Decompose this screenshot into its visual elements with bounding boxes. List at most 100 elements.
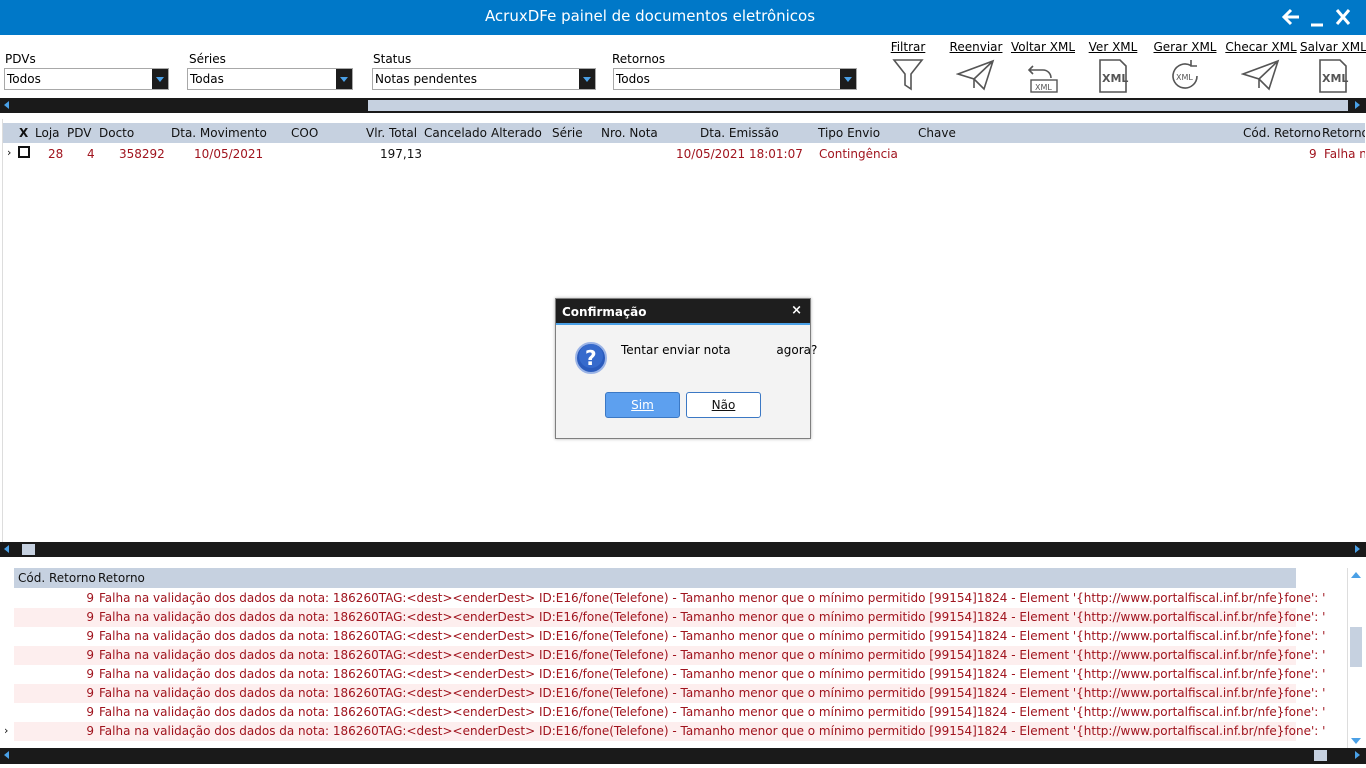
return-code: 9: [86, 705, 94, 719]
col-cod-retorno[interactable]: Cód. Retorno: [1243, 126, 1321, 140]
scroll-down-icon[interactable]: [1351, 738, 1361, 744]
col-coo[interactable]: COO: [291, 126, 318, 140]
pdvs-select[interactable]: Todos: [4, 68, 169, 90]
chevron-down-icon[interactable]: [840, 69, 856, 89]
col-cancelado[interactable]: Cancelado: [424, 126, 487, 140]
paper-plane-icon: [956, 59, 995, 91]
salvar-xml-button[interactable]: Salvar XML XML: [1300, 40, 1366, 94]
col-chave[interactable]: Chave: [918, 126, 956, 140]
row-pointer-icon: ›: [7, 146, 12, 159]
return-code: 9: [86, 591, 94, 605]
refresh-xml-icon: XML: [1172, 60, 1198, 89]
filter-button[interactable]: Filtrar: [888, 40, 928, 92]
dialog-close-icon[interactable]: ×: [791, 303, 802, 318]
return-code: 9: [86, 610, 94, 624]
return-code: 9: [86, 724, 94, 738]
return-code: 9: [86, 629, 94, 643]
dialog-message: Tentar enviar nota agora?: [621, 343, 818, 357]
paper-plane-icon: [1241, 59, 1280, 91]
row-checkbox[interactable]: [18, 146, 30, 158]
col-nro-nota[interactable]: Nro. Nota: [601, 126, 658, 140]
retornos-select[interactable]: Todos: [613, 68, 857, 90]
series-label: Séries: [189, 52, 226, 66]
scroll-right-icon[interactable]: [1355, 101, 1360, 109]
voltar-xml-button[interactable]: Voltar XML XML: [1010, 40, 1076, 94]
list-item[interactable]: 9 Falha na validação dos dados da nota: …: [14, 646, 1325, 665]
return-message: Falha na validação dos dados da nota: 18…: [99, 591, 1326, 605]
scrollbar-thumb[interactable]: [22, 544, 35, 555]
cell-docto: 358292: [119, 147, 165, 161]
col-alterado[interactable]: Alterado: [491, 126, 542, 140]
scroll-left-icon[interactable]: [4, 751, 9, 759]
scroll-left-icon[interactable]: [4, 545, 9, 553]
returns-header: Cód. Retorno Retorno: [14, 568, 1296, 588]
list-item[interactable]: 9 Falha na validação dos dados da nota: …: [14, 684, 1325, 703]
col-tipo-envio[interactable]: Tipo Envio: [818, 126, 880, 140]
col-serie[interactable]: Série: [552, 126, 583, 140]
list-item[interactable]: 9 Falha na validação dos dados da nota: …: [14, 627, 1325, 646]
col-loja[interactable]: Loja: [35, 126, 60, 140]
pdvs-value: Todos: [7, 72, 41, 86]
col-retorno[interactable]: Retorno: [1322, 126, 1365, 140]
col-docto[interactable]: Docto: [99, 126, 134, 140]
list-item[interactable]: 9 Falha na validação dos dados da nota: …: [14, 608, 1325, 627]
chevron-down-icon[interactable]: [152, 69, 168, 89]
status-value: Notas pendentes: [375, 72, 477, 86]
cell-tipo-envio: Contingência: [819, 147, 898, 161]
close-icon[interactable]: [1332, 5, 1354, 29]
ver-xml-button[interactable]: Ver XML XML: [1085, 40, 1141, 94]
back-arrow-icon[interactable]: [1280, 5, 1302, 29]
list-item[interactable]: 9 Falha na validação dos dados da nota: …: [14, 665, 1325, 684]
scrollbar-thumb[interactable]: [1350, 627, 1362, 667]
col-dta-emissao[interactable]: Dta. Emissão: [700, 126, 779, 140]
no-button[interactable]: Não: [686, 392, 761, 418]
window-title: AcruxDFe painel de documentos eletrônico…: [484, 7, 816, 25]
top-horizontal-scrollbar[interactable]: [0, 98, 1366, 113]
scrollbar-thumb[interactable]: [368, 100, 1348, 111]
list-item[interactable]: › 9 Falha na validação dos dados da nota…: [4, 722, 1325, 741]
col-pdv[interactable]: PDV: [67, 126, 91, 140]
checar-xml-button[interactable]: Checar XML: [1225, 40, 1297, 92]
chevron-down-icon[interactable]: [579, 69, 595, 89]
xml-file-icon: XML: [1319, 59, 1348, 93]
cell-loja: 28: [48, 147, 64, 161]
return-message: Falha na validação dos dados da nota: 18…: [99, 648, 1326, 662]
return-message: Falha na validação dos dados da nota: 18…: [99, 610, 1326, 624]
list-item[interactable]: 9 Falha na validação dos dados da nota: …: [14, 589, 1325, 608]
col-select[interactable]: X: [19, 126, 28, 140]
grid-horizontal-scrollbar[interactable]: [0, 542, 1366, 557]
list-item[interactable]: 9 Falha na validação dos dados da nota: …: [14, 703, 1325, 722]
status-select[interactable]: Notas pendentes: [372, 68, 596, 90]
scroll-left-icon[interactable]: [4, 101, 9, 109]
series-select[interactable]: Todas: [187, 68, 353, 90]
col-cod-retorno[interactable]: Cód. Retorno: [18, 571, 96, 585]
col-dta-movimento[interactable]: Dta. Movimento: [171, 126, 267, 140]
minimize-icon[interactable]: [1306, 5, 1328, 29]
return-message: Falha na validação dos dados da nota: 18…: [99, 705, 1326, 719]
returns-horizontal-scrollbar[interactable]: [0, 748, 1366, 764]
status-label: Status: [373, 52, 412, 66]
checar-xml-label: Checar XML: [1225, 40, 1297, 54]
yes-button[interactable]: Sim: [605, 392, 680, 418]
scroll-up-icon[interactable]: [1351, 572, 1361, 578]
chevron-down-icon[interactable]: [336, 69, 352, 89]
scrollbar-thumb[interactable]: [1314, 750, 1327, 761]
voltar-xml-label: Voltar XML: [1010, 40, 1076, 54]
xml-file-icon: XML: [1099, 59, 1128, 93]
col-vlr-total[interactable]: Vlr. Total: [366, 126, 417, 140]
return-code: 9: [86, 648, 94, 662]
col-retorno[interactable]: Retorno: [98, 571, 145, 585]
return-message: Falha na validação dos dados da nota: 18…: [99, 724, 1326, 738]
funnel-icon: [892, 59, 924, 91]
resend-button[interactable]: Reenviar: [948, 40, 1004, 92]
svg-text:XML: XML: [1322, 72, 1348, 85]
gerar-xml-label: Gerar XML: [1153, 40, 1217, 54]
gerar-xml-button[interactable]: Gerar XML XML: [1152, 40, 1218, 94]
return-message: Falha na validação dos dados da nota: 18…: [99, 629, 1326, 643]
scroll-right-icon[interactable]: [1355, 545, 1360, 553]
scroll-right-icon[interactable]: [1355, 751, 1360, 759]
dialog-header: Confirmação ×: [556, 299, 810, 325]
returns-vertical-scrollbar[interactable]: [1347, 568, 1364, 748]
ver-xml-label: Ver XML: [1088, 40, 1138, 54]
grid-header: X Loja PDV Docto Dta. Movimento COO Vlr.…: [3, 123, 1365, 143]
